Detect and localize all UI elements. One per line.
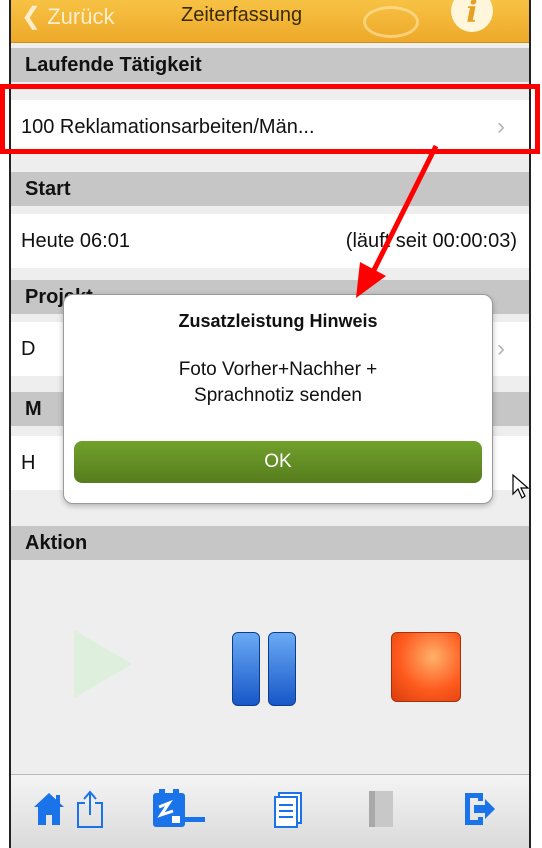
notebook-icon[interactable] [365, 789, 397, 831]
section-header-laufende: Laufende Tätigkeit [11, 48, 529, 82]
back-label: Zurück [47, 4, 115, 29]
m-value: H [21, 452, 36, 474]
logout-icon[interactable] [461, 789, 497, 829]
share-icon[interactable] [73, 789, 107, 831]
section-header-aktion: Aktion [11, 526, 529, 560]
dialog-title: Zusatzleistung Hinweis [178, 311, 378, 331]
elapsed-status: (läuft seit 00:00:03) [345, 230, 517, 252]
chevron-right-icon: › [497, 335, 505, 362]
bottom-toolbar [11, 774, 529, 848]
chevron-left-icon: ❮ [21, 3, 42, 30]
info-icon[interactable]: i [451, 0, 493, 32]
pause-bar-icon [268, 632, 296, 706]
pause-bar-icon [232, 632, 260, 706]
section-header-start: Start [11, 172, 529, 206]
dialog-message-line: Sprachnotiz senden [194, 385, 362, 406]
mouse-cursor-icon [512, 474, 530, 499]
action-area [11, 560, 529, 774]
start-value: Heute 06:01 [21, 230, 130, 252]
back-button[interactable]: ❮ Zurück [21, 2, 114, 31]
project-value: D [21, 338, 36, 360]
navigation-bar: ❮ Zurück Zeiterfassung i [11, 0, 529, 43]
home-icon[interactable] [31, 789, 67, 829]
stop-button[interactable] [391, 632, 461, 702]
page-title: Zeiterfassung [181, 4, 303, 26]
start-row: Heute 06:01 (läuft seit 00:00:03) [11, 214, 529, 268]
dialog-message-line: Foto Vorher+Nachher + [178, 359, 378, 380]
chat-bubble-icon[interactable] [363, 6, 419, 38]
alert-dialog: Zusatzleistung Hinweis Foto Vorher+Nachh… [63, 294, 493, 504]
report-edit-icon[interactable] [151, 789, 211, 831]
play-button[interactable] [74, 630, 132, 698]
ok-button[interactable]: OK [74, 441, 482, 483]
dialog-message: Foto Vorher+Nachher + Sprachnotiz senden [64, 357, 492, 409]
document-icon[interactable] [273, 789, 305, 829]
pause-button[interactable] [232, 632, 296, 706]
annotation-highlight-box [0, 84, 540, 154]
